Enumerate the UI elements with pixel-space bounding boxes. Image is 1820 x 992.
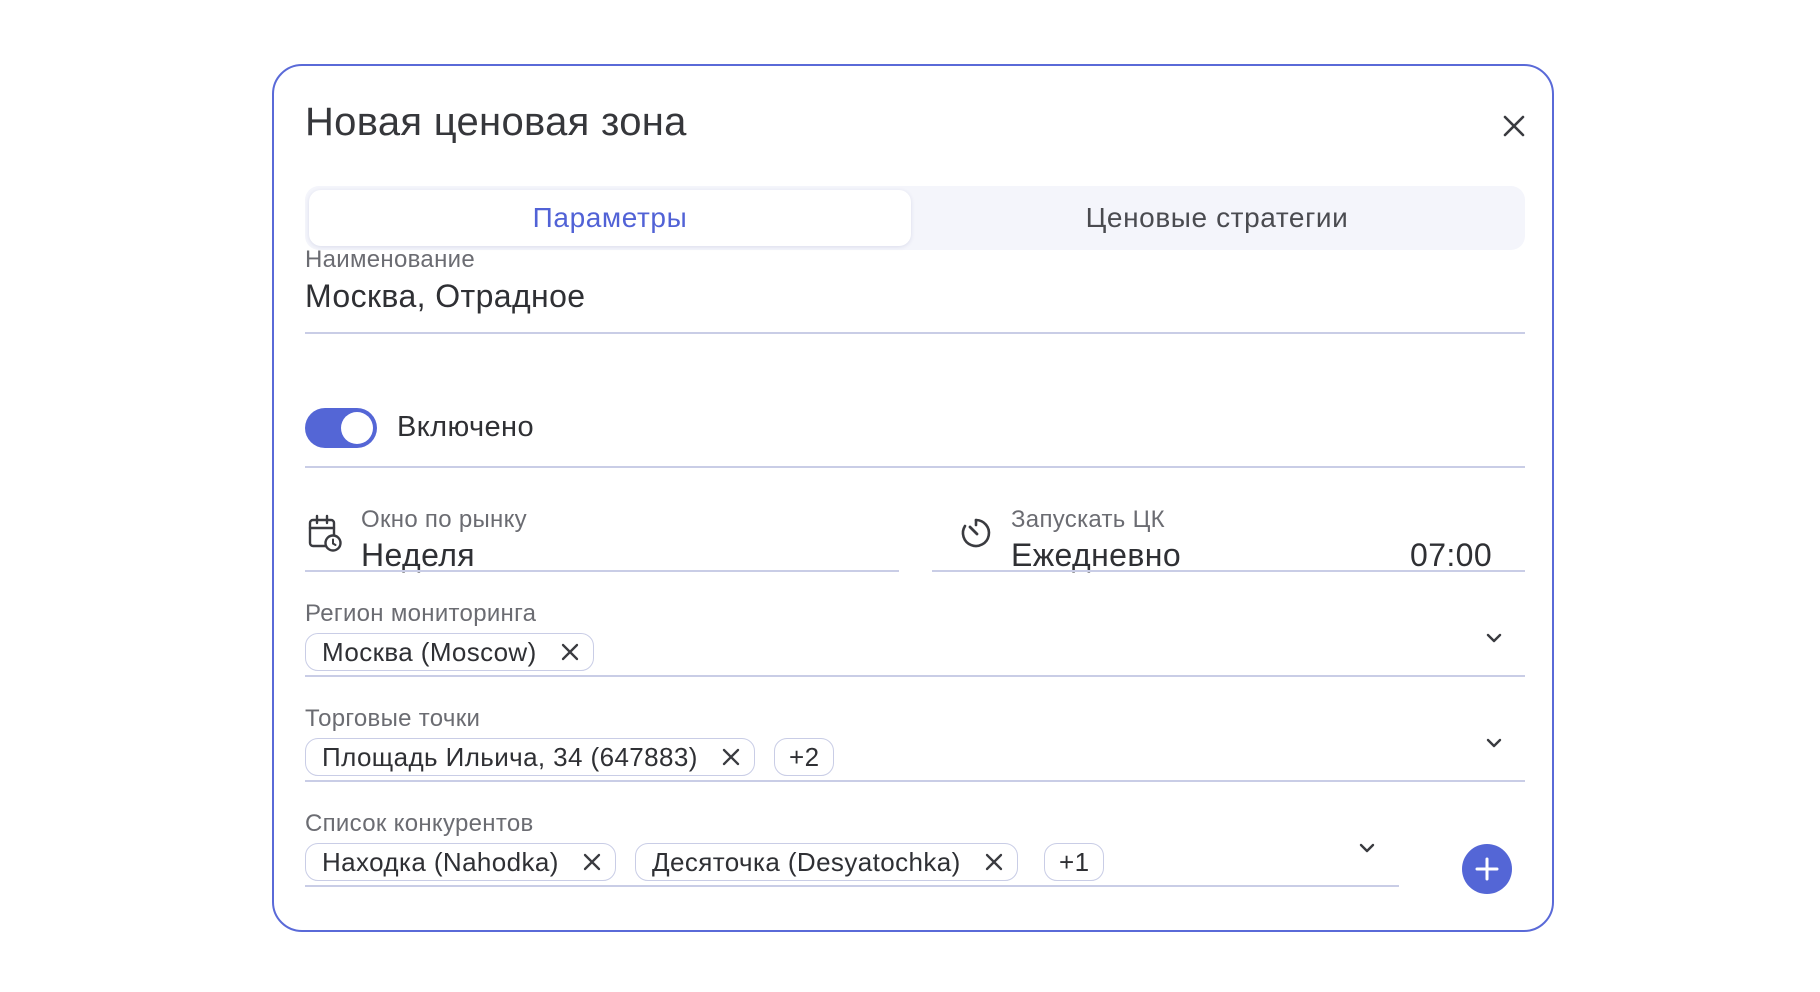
stores-more-chip[interactable]: +2	[774, 738, 835, 776]
competitor-chip: Десяточка (Desyatochka)	[635, 843, 1018, 881]
market-window-select[interactable]: Неделя	[361, 537, 475, 574]
tab-bar: Параметры Ценовые стратегии	[305, 186, 1525, 250]
region-chevron-down-icon[interactable]	[1482, 626, 1506, 650]
name-label: Наименование	[305, 246, 475, 273]
timer-icon	[961, 518, 991, 548]
run-schedule-select[interactable]: Ежедневно	[1011, 537, 1181, 574]
competitor-chip-label: Находка (Nahodka)	[322, 846, 559, 877]
stores-underline	[305, 780, 1525, 782]
stores-label: Торговые точки	[305, 705, 481, 732]
name-underline	[305, 332, 1525, 334]
region-chip-label: Москва (Moscow)	[322, 636, 537, 667]
tab-parameters[interactable]: Параметры	[309, 190, 911, 246]
competitor-chip-label: Десяточка (Desyatochka)	[652, 846, 961, 877]
new-price-zone-dialog: Новая ценовая зона Параметры Ценовые стр…	[272, 64, 1554, 932]
close-button[interactable]	[1494, 106, 1534, 146]
remove-chip-icon[interactable]	[559, 641, 581, 663]
competitors-more-chip[interactable]: +1	[1044, 843, 1105, 881]
competitors-label: Список конкурентов	[305, 810, 534, 837]
remove-chip-icon[interactable]	[720, 746, 742, 768]
competitors-underline	[305, 885, 1399, 887]
remove-chip-icon[interactable]	[983, 851, 1005, 873]
run-schedule-underline	[932, 570, 1525, 572]
stores-chevron-down-icon[interactable]	[1482, 731, 1506, 755]
region-label: Регион мониторинга	[305, 600, 537, 627]
toggle-divider	[305, 466, 1525, 468]
store-chip-label: Площадь Ильича, 34 (647883)	[322, 741, 698, 772]
market-window-underline	[305, 570, 899, 572]
run-schedule-label: Запускать ЦК	[1011, 506, 1165, 533]
plus-icon	[1475, 857, 1499, 881]
enabled-toggle[interactable]	[305, 408, 377, 448]
dialog-title: Новая ценовая зона	[305, 100, 687, 144]
calendar-clock-icon	[308, 514, 342, 552]
market-window-label: Окно по рынку	[361, 506, 527, 533]
tab-price-strategies[interactable]: Ценовые стратегии	[915, 190, 1519, 246]
competitors-chevron-down-icon[interactable]	[1355, 836, 1379, 860]
name-input[interactable]: Москва, Отрадное	[305, 278, 586, 315]
add-competitor-button[interactable]	[1462, 844, 1512, 894]
close-icon	[1503, 115, 1525, 137]
competitor-chip: Находка (Nahodka)	[305, 843, 616, 881]
store-chip: Площадь Ильича, 34 (647883)	[305, 738, 755, 776]
run-time-value[interactable]: 07:00	[1410, 537, 1492, 574]
region-chip: Москва (Moscow)	[305, 633, 594, 671]
region-underline	[305, 675, 1525, 677]
remove-chip-icon[interactable]	[581, 851, 603, 873]
enabled-label: Включено	[397, 411, 534, 443]
